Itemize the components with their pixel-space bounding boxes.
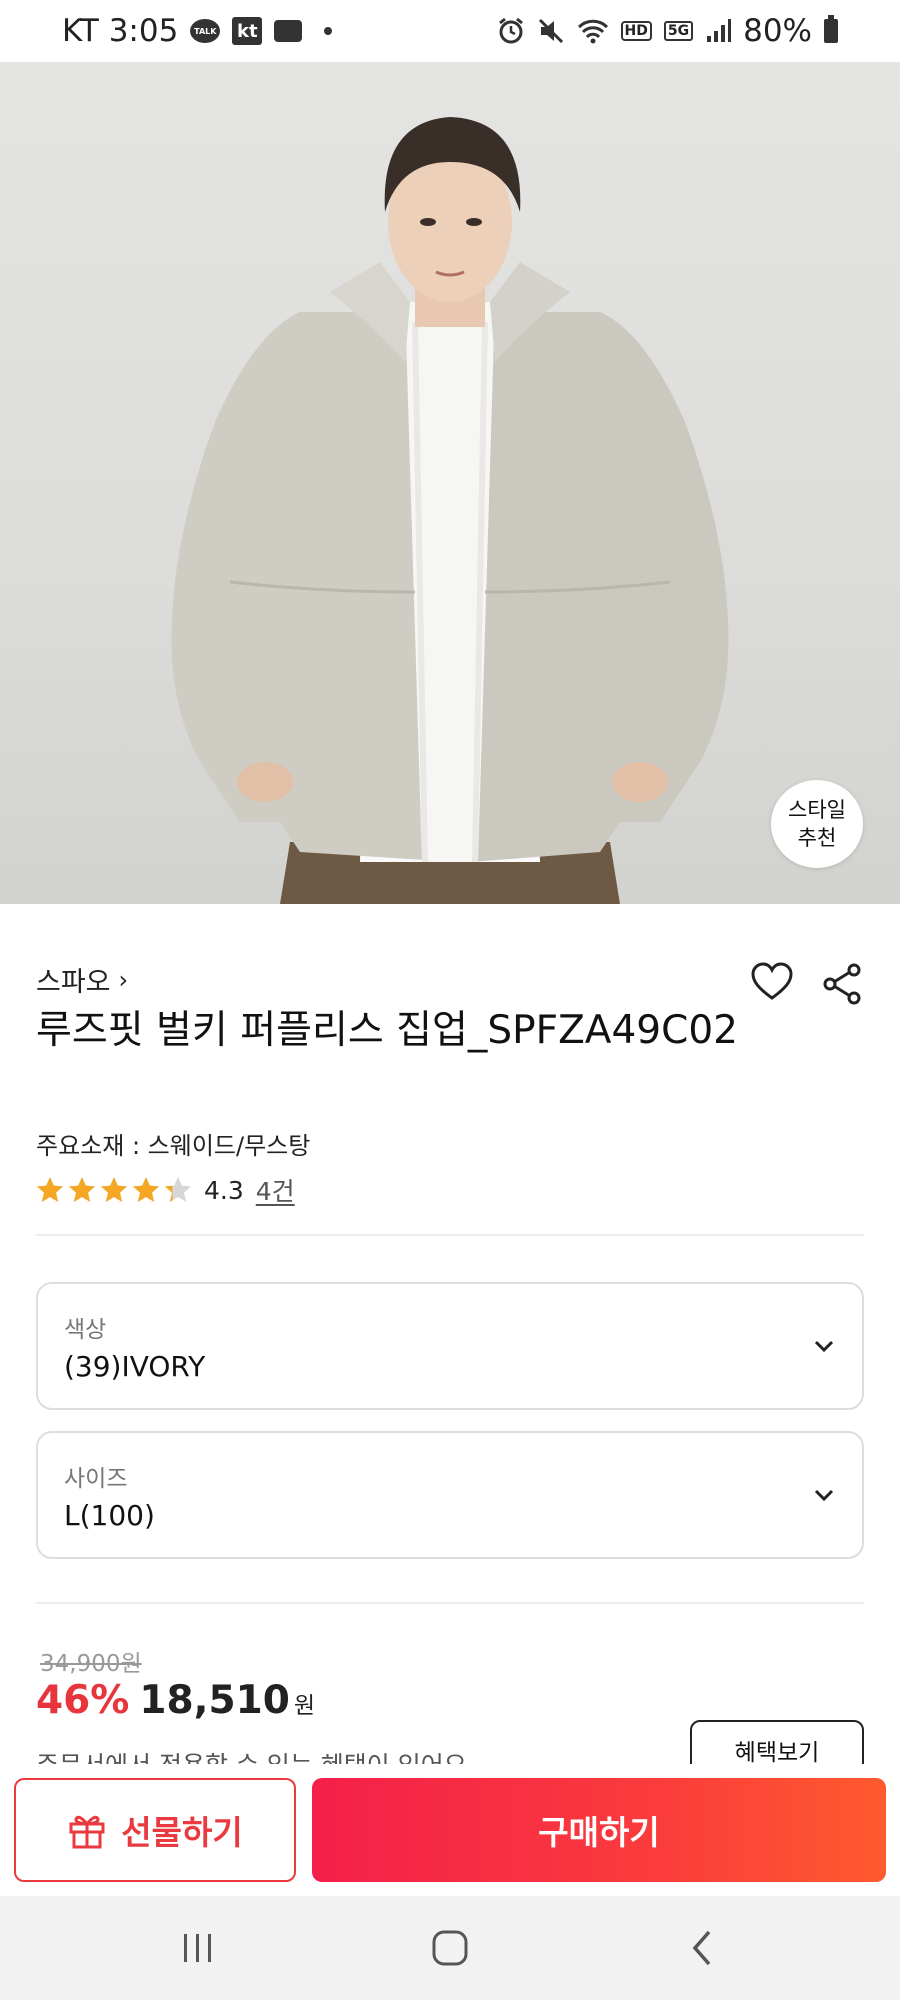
star-icon [69,1177,95,1202]
status-bar: KT 3:05 TALK kt HD 5G 80% [0,0,900,62]
chevron-down-icon [814,1340,834,1353]
style-badge-line1: 스타일 [788,798,846,822]
back-button[interactable] [672,1922,732,1974]
size-select-label: 사이즈 [64,1466,128,1492]
original-price: 34,900원 [40,1651,142,1677]
discount-rate: 46% [36,1678,130,1723]
chevron-right-icon: › [118,965,129,994]
color-select[interactable]: 색상 (39)IVORY [36,1282,864,1410]
wifi-icon [577,19,608,44]
star-icon [133,1177,159,1202]
gift-button-label: 선물하기 [121,1813,243,1852]
share-icon[interactable] [820,962,864,1006]
star-icon [37,1177,63,1202]
color-select-value: (39)IVORY [64,1350,206,1383]
recent-apps-button[interactable] [168,1922,228,1974]
message-icon [274,20,303,42]
brand-link[interactable]: 스파오 › [36,960,128,999]
system-nav-bar [0,1896,900,2000]
chevron-down-icon [814,1489,834,1502]
wishlist-heart-icon[interactable] [750,962,794,1002]
hd-icon: HD [620,21,652,41]
color-select-label: 색상 [64,1317,107,1343]
kakaotalk-icon: TALK [190,19,221,43]
status-left: KT 3:05 TALK kt [62,13,333,49]
brand-name: 스파오 [36,967,111,998]
carrier-time: KT 3:05 [62,13,179,49]
style-recommend-button[interactable]: 스타일 추천 [771,780,863,868]
rating-row: 4.3 4건 [36,1172,295,1208]
benefit-note: 주문서에서 적용할 수 있는 혜택이 있어요 [36,1751,467,1766]
battery-icon [824,15,838,43]
model-photo [171,117,729,904]
signal-icon [707,19,732,42]
alarm-icon [498,17,523,44]
battery-percent: 80% [743,13,812,49]
rating-stars [36,1176,192,1204]
sale-price: 18,510 [139,1678,290,1723]
recent-apps-icon [184,1934,211,1962]
home-button[interactable] [420,1922,480,1974]
product-image[interactable]: 스타일 추천 [0,62,900,904]
star-icon [165,1177,191,1202]
size-select[interactable]: 사이즈 L(100) [36,1431,864,1559]
review-count-link[interactable]: 4건 [256,1172,295,1208]
more-notifications-dot-icon [324,27,333,35]
5g-icon: 5G [663,21,694,41]
divider [36,1234,864,1236]
product-title: 루즈핏 벌키 퍼플리스 집업_SPFZA49C02 [36,1008,738,1053]
style-badge-line2: 추천 [797,826,837,850]
star-icon [101,1177,127,1202]
home-icon [432,1930,468,1966]
gift-icon [69,1815,105,1849]
divider [36,1602,864,1604]
buy-button[interactable]: 구매하기 [312,1778,886,1882]
size-select-value: L(100) [64,1499,155,1532]
product-material: 주요소재 : 스웨이드/무스탕 [36,1132,311,1160]
status-right: HD 5G 80% [497,13,838,49]
price-row: 46% 18,510 원 [36,1678,315,1723]
bottom-action-bar: 선물하기 구매하기 [0,1764,900,1896]
kt-icon: kt [232,17,263,45]
rating-value: 4.3 [204,1175,244,1205]
mute-icon [538,18,563,44]
currency-unit: 원 [293,1693,316,1719]
gift-button[interactable]: 선물하기 [14,1778,296,1882]
back-icon [692,1930,711,1966]
